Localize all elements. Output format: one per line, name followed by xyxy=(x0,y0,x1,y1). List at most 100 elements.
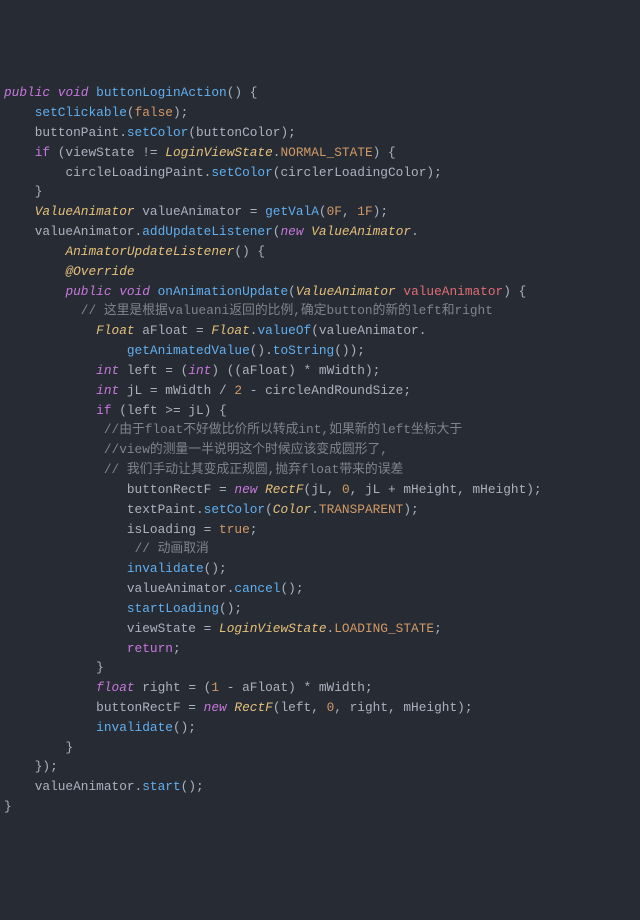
kw-new: new xyxy=(280,224,303,239)
p: () { xyxy=(227,85,258,100)
p: ) { xyxy=(503,284,526,299)
id: textPaint. xyxy=(127,502,204,517)
p: jL = mWidth / xyxy=(119,383,234,398)
brace: }); xyxy=(35,759,58,774)
p: ); xyxy=(173,105,188,120)
kw-public: public xyxy=(65,284,111,299)
p: ; xyxy=(250,522,258,537)
kw-void: void xyxy=(119,284,150,299)
cls: Color xyxy=(273,502,311,517)
const: LOADING_STATE xyxy=(334,621,434,636)
p: , right, mHeight); xyxy=(334,700,472,715)
p: (viewState != xyxy=(50,145,165,160)
sp xyxy=(150,284,158,299)
cls: LoginViewState xyxy=(219,621,327,636)
num: 0 xyxy=(342,482,350,497)
kw-public: public xyxy=(4,85,50,100)
brace: } xyxy=(96,660,104,675)
kw-int: int xyxy=(96,363,119,378)
p: ); xyxy=(403,502,418,517)
brace: } xyxy=(4,799,12,814)
p: ; xyxy=(434,621,442,636)
p: . xyxy=(411,224,419,239)
id: isLoading = xyxy=(127,522,219,537)
cls: ValueAnimator xyxy=(311,224,411,239)
fn: setClickable xyxy=(35,105,127,120)
annotation: @Override xyxy=(65,264,134,279)
fn: start xyxy=(142,779,180,794)
cls: AnimatorUpdateListener xyxy=(65,244,234,259)
fn: getValA xyxy=(265,204,319,219)
p: (left >= jL) { xyxy=(112,403,227,418)
cls: ValueAnimator xyxy=(296,284,396,299)
cls: RectF xyxy=(234,700,272,715)
id: circleLoadingPaint. xyxy=(65,165,211,180)
p: (jL, xyxy=(304,482,342,497)
p: (left, xyxy=(273,700,327,715)
fn: startLoading xyxy=(127,601,219,616)
num: 1 xyxy=(211,680,219,695)
kw-new: new xyxy=(234,482,257,497)
fn: onAnimationUpdate xyxy=(158,284,289,299)
fn-name: buttonLoginAction xyxy=(96,85,227,100)
sp xyxy=(227,700,235,715)
fn: invalidate xyxy=(96,720,173,735)
p: (); xyxy=(181,779,204,794)
p: - aFloat) * mWidth; xyxy=(219,680,373,695)
fn: getAnimatedValue xyxy=(127,343,250,358)
const: NORMAL_STATE xyxy=(280,145,372,160)
code-block: public void buttonLoginAction() { setCli… xyxy=(4,83,636,817)
fn: valueOf xyxy=(257,323,311,338)
kw-if: if xyxy=(96,403,111,418)
cls: Float xyxy=(96,323,134,338)
p: (valueAnimator. xyxy=(311,323,426,338)
p: (); xyxy=(204,561,227,576)
p: . xyxy=(311,502,319,517)
kw-return: return xyxy=(127,641,173,656)
fn: invalidate xyxy=(127,561,204,576)
fn: setColor xyxy=(127,125,188,140)
id: buttonRectF = xyxy=(96,700,204,715)
kw-void: void xyxy=(58,85,89,100)
fn: cancel xyxy=(234,581,280,596)
num: 0F xyxy=(327,204,342,219)
p: (buttonColor); xyxy=(188,125,296,140)
p: ) ((aFloat) * mWidth); xyxy=(211,363,380,378)
comment: // 这里是根据valueani返回的比例,确定button的新的left和ri… xyxy=(81,303,493,318)
p: ( xyxy=(127,105,135,120)
cls: Float xyxy=(211,323,249,338)
sp xyxy=(257,482,265,497)
id: buttonPaint. xyxy=(35,125,127,140)
p: (); xyxy=(219,601,242,616)
bool: false xyxy=(135,105,173,120)
id: valueAnimator. xyxy=(35,779,143,794)
p: - circleAndRoundSize; xyxy=(242,383,411,398)
kw-int: int xyxy=(96,383,119,398)
kw-new: new xyxy=(204,700,227,715)
id: valueAnimator. xyxy=(35,224,143,239)
fn: setColor xyxy=(211,165,272,180)
p: aFloat = xyxy=(135,323,212,338)
id: buttonRectF = xyxy=(127,482,235,497)
p: , jL + mHeight, mHeight); xyxy=(350,482,542,497)
p: (); xyxy=(280,581,303,596)
fn: addUpdateListener xyxy=(142,224,273,239)
num: 1F xyxy=(357,204,372,219)
p: left = ( xyxy=(119,363,188,378)
comment: //view的测量一半说明这个时候应该变成圆形了, xyxy=(104,442,388,457)
cls: RectF xyxy=(265,482,303,497)
id: valueAnimator. xyxy=(127,581,235,596)
bool: true xyxy=(219,522,250,537)
kw-if: if xyxy=(35,145,50,160)
num: 2 xyxy=(234,383,242,398)
p: ; xyxy=(173,641,181,656)
p: ) { xyxy=(373,145,396,160)
p: right = ( xyxy=(135,680,212,695)
param: valueAnimator xyxy=(403,284,503,299)
brace: } xyxy=(35,184,43,199)
comment: // 我们手动让其变成正规圆,抛弃float带来的误差 xyxy=(104,462,403,477)
p: () { xyxy=(234,244,265,259)
fn: setColor xyxy=(204,502,265,517)
p: valueAnimator = xyxy=(135,204,266,219)
id: viewState = xyxy=(127,621,219,636)
